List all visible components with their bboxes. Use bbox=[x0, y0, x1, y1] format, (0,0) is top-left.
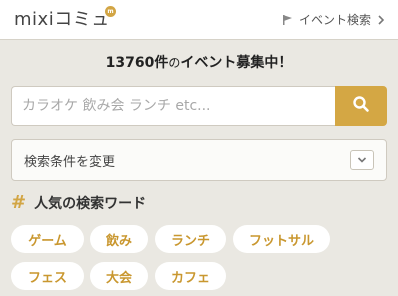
search-conditions-label: 検索条件を変更 bbox=[24, 155, 116, 170]
search-input[interactable] bbox=[11, 86, 335, 126]
header: mixiコミュ m イベント検索 bbox=[0, 0, 398, 40]
keyword-tag[interactable]: フェス bbox=[11, 262, 84, 290]
event-count-unit: 件 bbox=[154, 55, 169, 71]
keyword-tag[interactable]: ゲーム bbox=[11, 225, 84, 253]
event-count-headline: 13760件のイベント募集中！ bbox=[0, 52, 398, 72]
keyword-tag[interactable]: 飲み bbox=[90, 225, 148, 253]
popular-keywords-title: 人気の検索ワード bbox=[34, 196, 147, 212]
search-conditions-toggle[interactable]: 検索条件を変更 bbox=[11, 139, 387, 181]
flag-icon bbox=[282, 14, 294, 26]
keyword-tag[interactable]: フットサル bbox=[233, 225, 330, 253]
keyword-tag[interactable]: カフェ bbox=[155, 262, 226, 290]
logo[interactable]: mixiコミュ bbox=[14, 5, 110, 31]
event-search-link[interactable]: イベント検索 bbox=[282, 11, 386, 28]
headline-message: イベント募集中！ bbox=[180, 55, 293, 71]
logo-mark: m bbox=[105, 6, 116, 17]
headline-particle: の bbox=[168, 56, 181, 70]
event-search-label: イベント検索 bbox=[298, 13, 371, 27]
chevron-right-icon bbox=[376, 14, 386, 26]
search-button[interactable] bbox=[335, 86, 387, 126]
search-icon bbox=[352, 95, 370, 117]
popular-keywords-heading: # 人気の検索ワード bbox=[11, 193, 146, 213]
event-count: 13760 bbox=[105, 55, 155, 71]
keyword-tag[interactable]: ランチ bbox=[155, 225, 226, 253]
hash-icon: # bbox=[11, 192, 27, 213]
chevron-down-icon[interactable] bbox=[350, 150, 374, 170]
keyword-tag[interactable]: 大会 bbox=[90, 262, 148, 290]
